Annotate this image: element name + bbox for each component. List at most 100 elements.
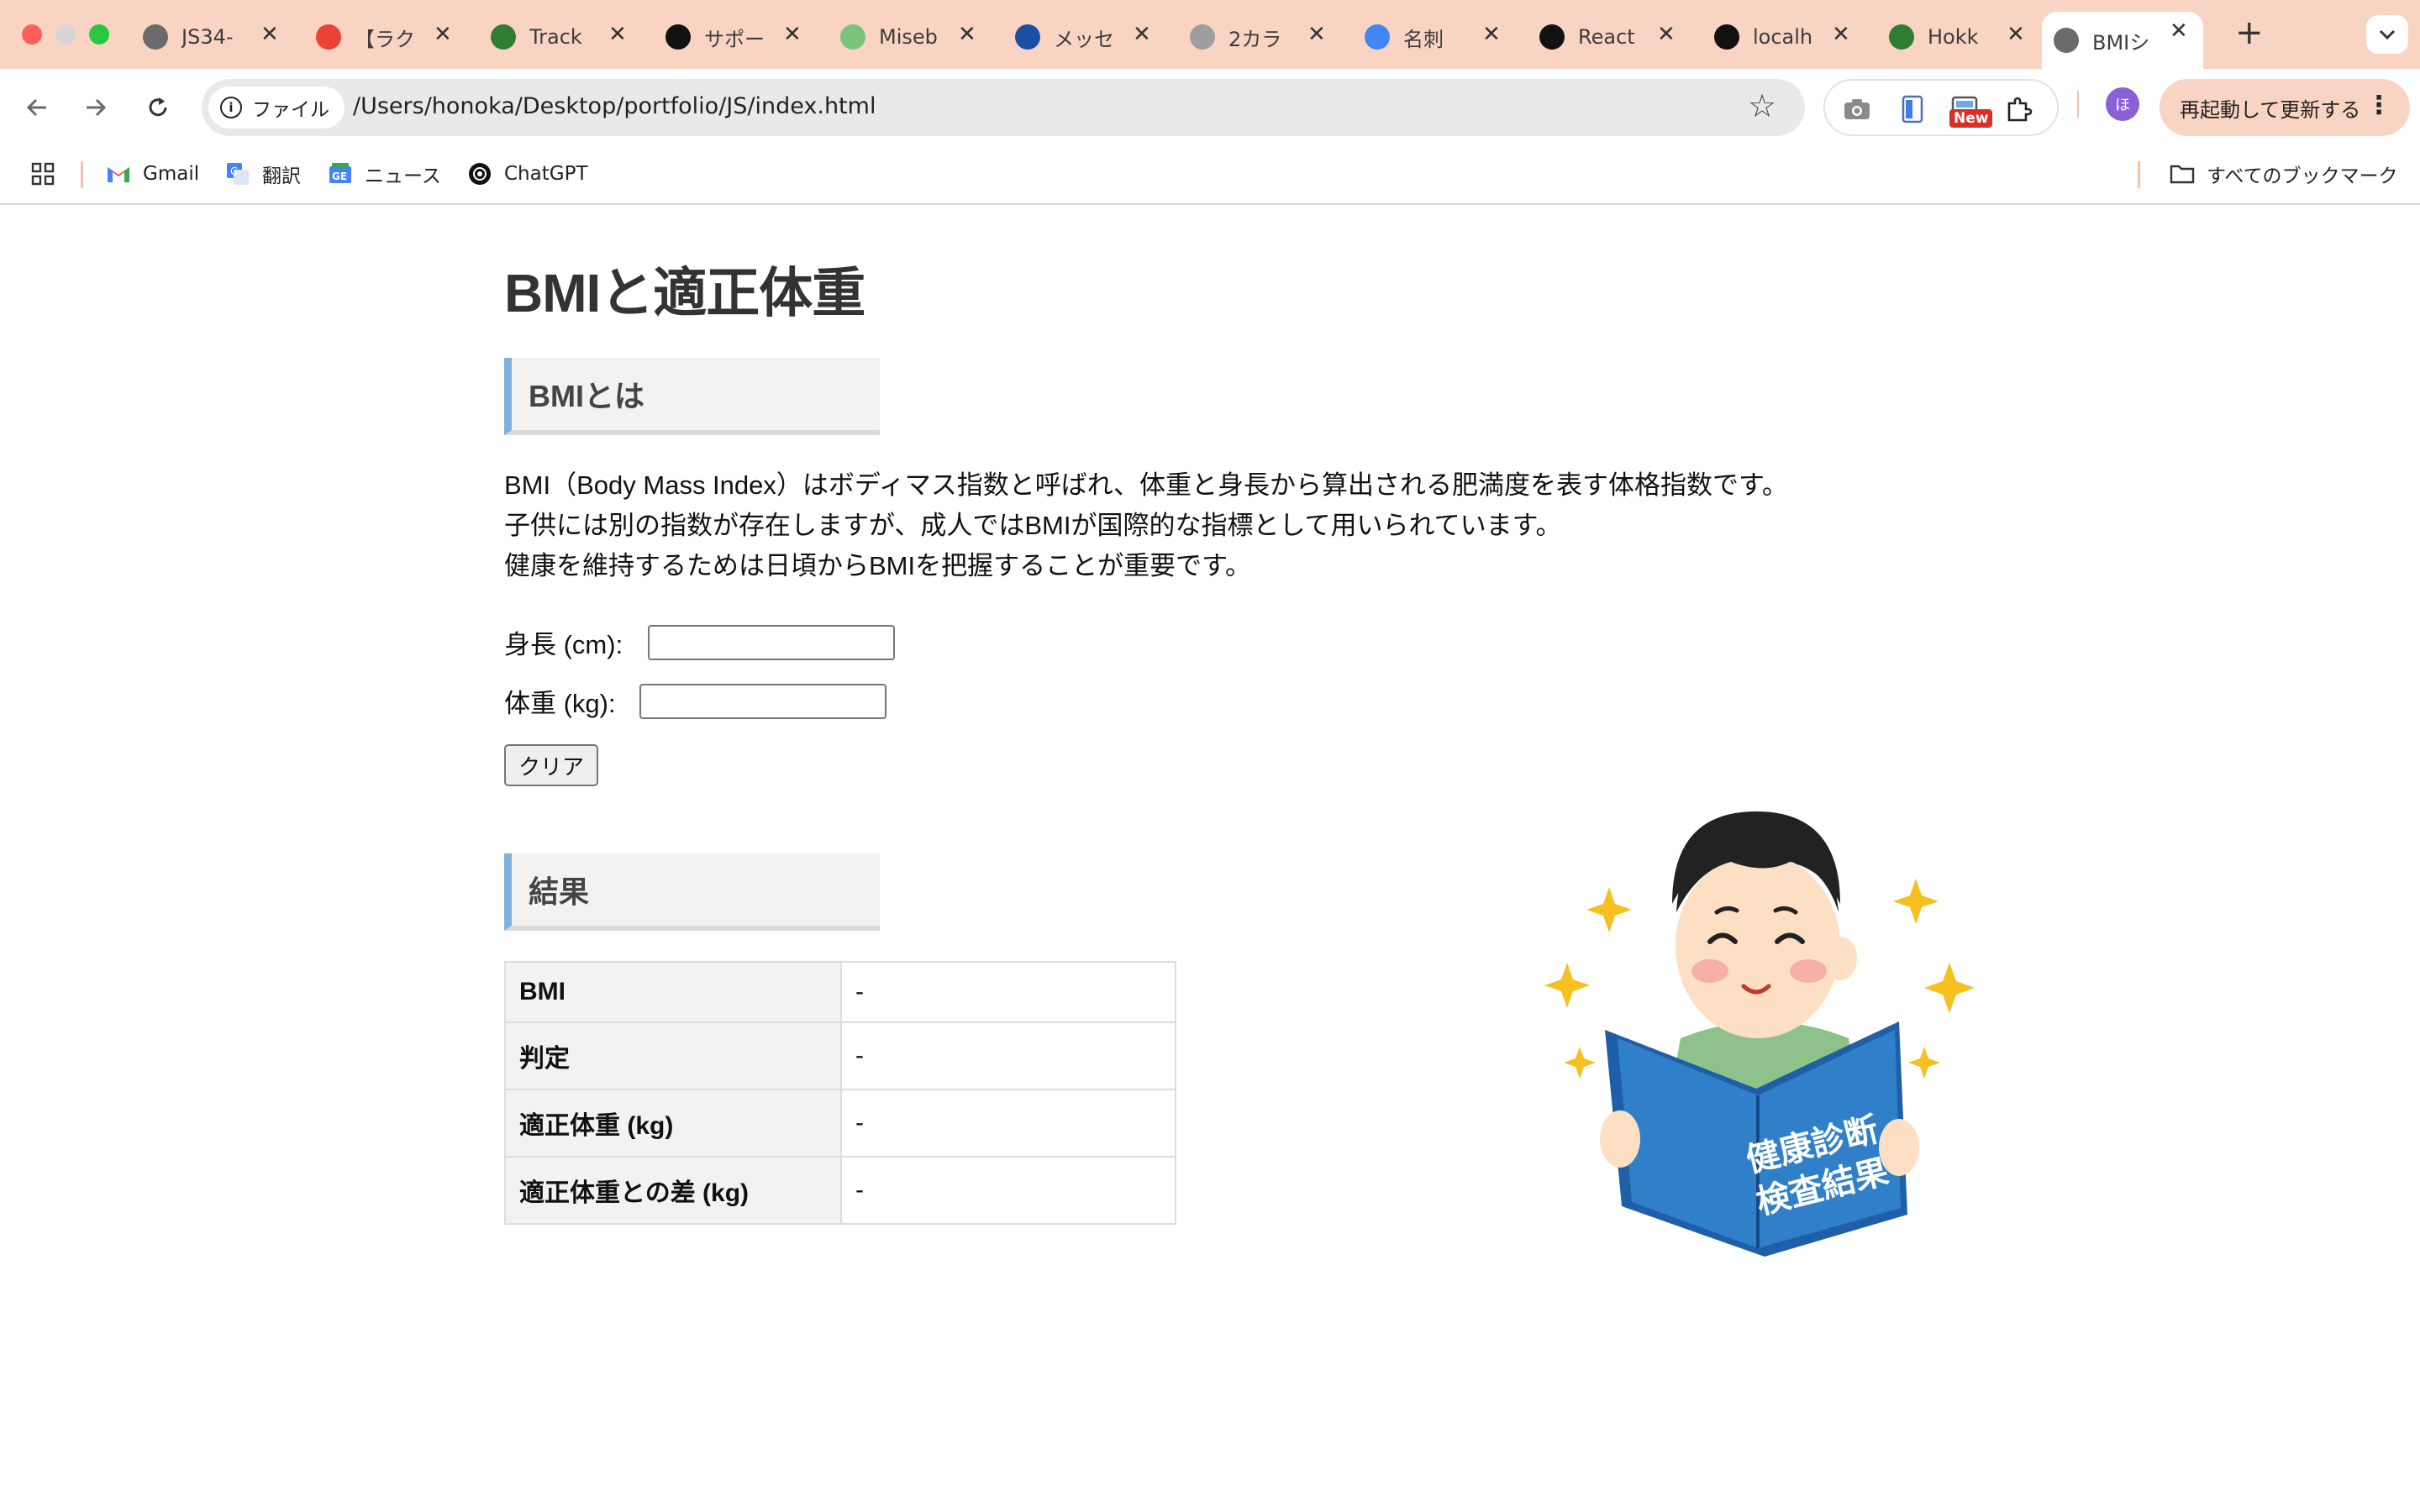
result-key-judgement: 判定 (504, 1021, 842, 1090)
camera-icon[interactable] (1842, 94, 1872, 124)
track-icon (491, 24, 516, 50)
tab-title: 名刺 (1403, 27, 1444, 51)
forward-button[interactable] (76, 87, 116, 128)
zoom-window-button[interactable] (89, 24, 109, 45)
bookmark-gmail[interactable]: Gmail (106, 160, 199, 188)
tab-4[interactable]: サポー ✕ (666, 15, 808, 59)
puzzle-extensions-icon[interactable] (2003, 94, 2033, 124)
tab-title: JS34- (182, 25, 234, 49)
back-button[interactable] (17, 87, 57, 128)
tab-9[interactable]: React ✕ (1539, 15, 1682, 59)
close-window-button[interactable] (22, 24, 42, 45)
close-tab-icon[interactable]: ✕ (608, 22, 627, 47)
new-tab-button[interactable]: + (2235, 13, 2264, 52)
bookmark-translate[interactable]: G 翻訳 (225, 160, 301, 188)
tab-strip: JS34- ✕ 【ラク ✕ Track ✕ サポー ✕ Miseb ✕ メッセ ✕ 2カラ ✕ 名刺 ✕ Rea… (0, 0, 2420, 69)
health-checkup-illustration: 健康診断 検査結果 (1544, 811, 1975, 1257)
close-tab-icon[interactable]: ✕ (1133, 22, 1151, 47)
tab-title: localh (1753, 25, 1813, 49)
bookmarks-bar: Gmail G 翻訳 GE ニュース ChatGPT すべてのブックマーク (0, 146, 2420, 205)
google-icon (1365, 24, 1390, 50)
all-bookmarks-button[interactable]: すべてのブックマーク (2170, 160, 2397, 188)
svg-text:G: G (230, 165, 238, 177)
bookmark-label: ニュース (365, 165, 441, 187)
arrow-right-icon (87, 98, 107, 117)
tab-title: Hokk (1928, 25, 1979, 49)
globe-icon (143, 24, 168, 50)
close-tab-icon[interactable]: ✕ (1657, 22, 1676, 47)
result-key-bmi: BMI (504, 961, 842, 1023)
close-tab-icon[interactable]: ✕ (1832, 22, 1850, 47)
page-title: BMIと適正体重 (504, 263, 865, 323)
info-icon: i (220, 97, 242, 118)
tab-search-button[interactable] (2366, 15, 2408, 54)
bookmark-chatgpt[interactable]: ChatGPT (467, 160, 588, 188)
tab-7[interactable]: 2カラ ✕ (1190, 15, 1333, 59)
close-tab-icon[interactable]: ✕ (2170, 18, 2188, 44)
tab-title: 【ラク (355, 27, 415, 51)
tab-1[interactable]: JS34- ✕ (143, 15, 286, 59)
bookmark-separator (81, 161, 83, 188)
relaunch-label: 再起動して更新する (2180, 97, 2361, 122)
bookmark-star-icon[interactable]: ☆ (1748, 87, 1776, 124)
bookmark-label: ChatGPT (504, 163, 588, 185)
close-tab-icon[interactable]: ✕ (260, 22, 279, 47)
s-circle-icon (1190, 24, 1215, 50)
reload-button[interactable] (138, 87, 178, 128)
openai-icon (467, 161, 492, 186)
translate-icon: G (225, 161, 250, 186)
tab-2[interactable]: 【ラク ✕ (316, 15, 459, 59)
tab-6[interactable]: メッセ ✕ (1015, 15, 1158, 59)
table-row: BMI - (504, 961, 1176, 1023)
result-value-judgement: - (840, 1021, 1176, 1090)
about-paragraph: BMI（Body Mass Index）はボディマス指数と呼ばれ、体重と身長から… (504, 465, 1788, 586)
close-tab-icon[interactable]: ✕ (434, 22, 452, 47)
result-value-weight-diff: - (840, 1156, 1176, 1225)
browser-toolbar: i ファイル /Users/honoka/Desktop/portfolio/J… (0, 69, 2420, 146)
tab-3[interactable]: Track ✕ (491, 15, 634, 59)
bookmark-news[interactable]: GE ニュース (328, 160, 441, 188)
folder-icon (2170, 161, 2195, 186)
profile-avatar[interactable]: ほ (2106, 87, 2139, 121)
weight-label: 体重 (kg): (504, 689, 616, 718)
table-row: 適正体重との差 (kg) - (504, 1156, 1176, 1225)
site-info-chip[interactable]: i ファイル (208, 87, 345, 129)
sidepanel-icon[interactable] (1897, 94, 1928, 124)
about-line: 子供には別の指数が存在しますが、成人ではBMIが国際的な指標として用いられていま… (504, 511, 1562, 540)
about-line: BMI（Body Mass Index）はボディマス指数と呼ばれ、体重と身長から… (504, 470, 1788, 500)
clear-button[interactable]: クリア (504, 744, 598, 786)
close-tab-icon[interactable]: ✕ (1482, 22, 1501, 47)
apps-button[interactable] (30, 160, 55, 188)
result-heading: 結果 (504, 853, 880, 931)
minimize-window-button[interactable] (55, 24, 76, 45)
result-value-bmi: - (840, 961, 1176, 1023)
tab-title: Miseb (879, 25, 938, 49)
weight-row: 体重 (kg): (504, 682, 886, 720)
close-tab-icon[interactable]: ✕ (958, 22, 976, 47)
tab-5[interactable]: Miseb ✕ (840, 15, 983, 59)
address-bar[interactable]: i ファイル /Users/honoka/Desktop/portfolio/J… (202, 79, 1805, 136)
result-key-ideal-weight: 適正体重 (kg) (504, 1089, 842, 1158)
height-input[interactable] (648, 624, 896, 660)
bookmark-label: 翻訳 (262, 165, 301, 187)
close-tab-icon[interactable]: ✕ (2007, 22, 2025, 47)
table-row: 判定 - (504, 1021, 1176, 1090)
more-menu-icon[interactable]: ⋮ (2366, 91, 2391, 120)
tab-10[interactable]: localh ✕ (1714, 15, 1857, 59)
hokkaido-icon (1889, 24, 1914, 50)
openai-icon (1539, 24, 1565, 50)
extensions-group (1823, 79, 2059, 136)
weight-input[interactable] (639, 683, 886, 719)
globe-icon (2054, 28, 2079, 53)
tab-title: 2カラ (1228, 27, 1282, 51)
close-tab-icon[interactable]: ✕ (1307, 22, 1326, 47)
relaunch-to-update-button[interactable]: 再起動して更新する ⋮ (2160, 79, 2410, 136)
tab-11[interactable]: Hokk ✕ (1889, 15, 2032, 59)
tab-12[interactable]: BMIシ ✕ (2042, 12, 2203, 69)
height-row: 身長 (cm): (504, 623, 896, 661)
message-icon (1015, 24, 1040, 50)
tab-8[interactable]: 名刺 ✕ (1365, 15, 1507, 59)
svg-text:GE: GE (332, 171, 347, 182)
close-tab-icon[interactable]: ✕ (783, 22, 802, 47)
url-text[interactable]: /Users/honoka/Desktop/portfolio/JS/index… (353, 93, 876, 119)
